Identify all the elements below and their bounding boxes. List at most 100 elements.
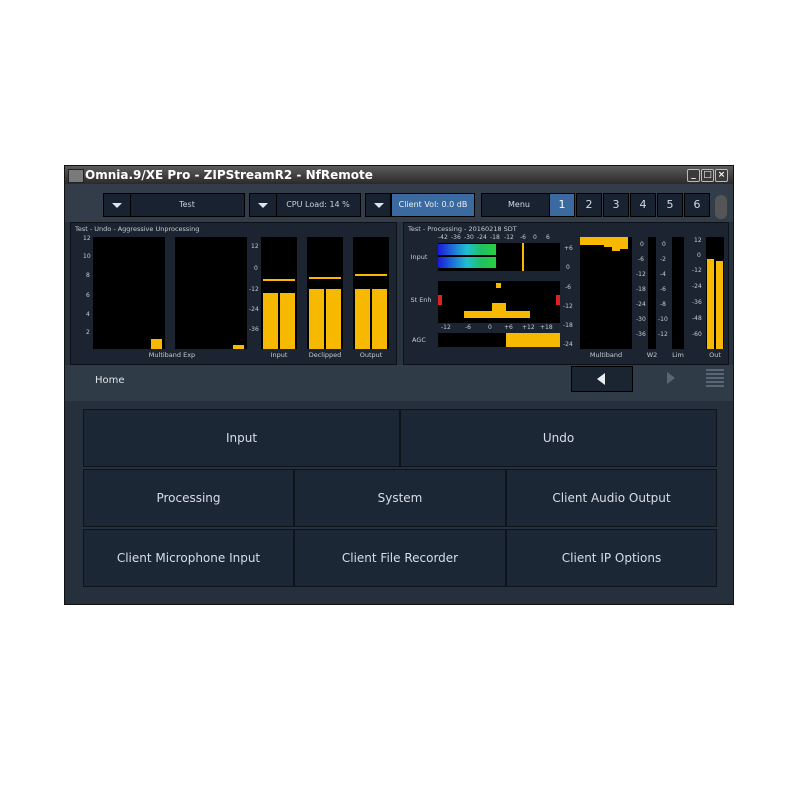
toolbar: Test CPU Load: 14 % Client Vol: 0.0 dB M… <box>65 184 733 222</box>
multiband-band-3 <box>596 237 604 245</box>
page-button-4[interactable]: 4 <box>630 193 656 217</box>
menu-button[interactable]: Menu <box>481 193 557 217</box>
app-window: Omnia.9/XE Pro - ZIPStreamR2 - NfRemote … <box>64 165 734 605</box>
input-tile[interactable]: Input <box>83 409 400 467</box>
page-button-2[interactable]: 2 <box>576 193 602 217</box>
input-meter-label: Input <box>270 351 288 359</box>
processing-panel-title: Test - Processing - 20160218 SDT <box>408 225 517 233</box>
page-button-5[interactable]: 5 <box>657 193 683 217</box>
back-button[interactable] <box>571 366 633 392</box>
multiband-band-1 <box>580 237 588 245</box>
scale-tick: 0 <box>254 265 258 272</box>
window-title: Omnia.9/XE Pro - ZIPStreamR2 - NfRemote <box>85 168 373 182</box>
scale-tick: 0 <box>640 241 644 248</box>
output-meter-right-fill <box>372 289 387 349</box>
input-meter-left-fill <box>263 293 278 349</box>
client-ip-options-tile[interactable]: Client IP Options <box>506 529 717 587</box>
multiband-exp-bar <box>151 339 162 349</box>
multiband-band-2 <box>588 237 596 245</box>
scale-tick: 0 <box>566 264 570 271</box>
scroll-handle[interactable] <box>715 195 727 219</box>
preset-dropdown[interactable]: Test <box>103 193 245 217</box>
scale-tick: -2 <box>660 256 666 263</box>
scale-tick: 12 <box>694 237 702 244</box>
scale-tick: 6 <box>546 234 550 241</box>
page-button-3[interactable]: 3 <box>603 193 629 217</box>
chevron-down-icon <box>112 203 122 208</box>
client-file-recorder-tile[interactable]: Client File Recorder <box>294 529 506 587</box>
st-enh-row-label: St Enh <box>410 296 432 304</box>
declipped-meter-right-fill <box>326 289 341 349</box>
output-peak-mark <box>355 274 387 276</box>
page-button-6[interactable]: 6 <box>684 193 710 217</box>
multiband-meter <box>580 237 632 349</box>
scale-tick: -12 <box>249 286 259 293</box>
out-meter-right-fill <box>716 261 723 349</box>
scale-tick: +6 <box>504 324 513 331</box>
scale-tick: -12 <box>441 324 451 331</box>
arrow-left-icon <box>597 373 605 385</box>
maximize-button[interactable]: □ <box>701 169 714 182</box>
agc-meter-fill <box>506 333 560 347</box>
scale-tick: 4 <box>86 311 90 318</box>
processing-tile[interactable]: Processing <box>83 469 294 527</box>
client-microphone-input-tile[interactable]: Client Microphone Input <box>83 529 294 587</box>
scale-tick: -10 <box>658 316 668 323</box>
scale-tick: -18 <box>490 234 500 241</box>
st-enh-left-clip <box>438 295 442 305</box>
scale-tick: 12 <box>83 235 91 242</box>
scale-tick: -18 <box>563 322 573 329</box>
scale-tick: -12 <box>658 331 668 338</box>
scale-tick: -36 <box>692 299 702 306</box>
arrow-right-icon <box>667 372 675 384</box>
input-meter-right-fill <box>280 293 295 349</box>
chevron-down-icon <box>258 203 268 208</box>
multiband-exp-meter-a <box>93 237 165 349</box>
system-tile[interactable]: System <box>294 469 506 527</box>
scale-tick: 0 <box>697 252 701 259</box>
breadcrumb-home[interactable]: Home <box>95 375 125 386</box>
scale-tick: 2 <box>86 329 90 336</box>
client-vol-button[interactable]: Client Vol: 0.0 dB <box>391 193 475 217</box>
scale-tick: -12 <box>504 234 514 241</box>
scale-tick: -24 <box>563 341 573 348</box>
st-enh-bar <box>492 303 506 311</box>
scale-tick: -6 <box>638 256 644 263</box>
scale-tick: -12 <box>563 303 573 310</box>
multiband-band-4 <box>604 237 612 247</box>
cpu-load-label: CPU Load: 14 % <box>286 200 350 209</box>
scale-tick: +12 <box>522 324 535 331</box>
output-meter-label: Output <box>359 351 383 359</box>
client-vol-dropdown-button[interactable] <box>365 193 391 217</box>
preset-dropdown-button[interactable] <box>104 194 131 216</box>
scale-tick: 0 <box>662 241 666 248</box>
scale-tick: -30 <box>464 234 474 241</box>
undo-meter-panel: Test - Undo - Aggressive Unprocessing 12… <box>70 222 397 365</box>
lim-label: Lim <box>672 351 684 359</box>
scale-tick: +6 <box>564 245 573 252</box>
close-button[interactable]: × <box>715 169 728 182</box>
cpu-dropdown[interactable]: CPU Load: 14 % <box>249 193 361 217</box>
scale-tick: 12 <box>251 243 259 250</box>
scale-tick: -24 <box>477 234 487 241</box>
hamburger-menu-icon[interactable] <box>706 369 724 389</box>
undo-tile[interactable]: Undo <box>400 409 717 467</box>
scale-tick: -8 <box>660 301 666 308</box>
input-peak-indicator <box>522 243 524 271</box>
scale-tick: -24 <box>249 306 259 313</box>
home-tiles: Input Undo Processing System Client Audi… <box>65 401 733 604</box>
cpu-dropdown-button[interactable] <box>250 194 277 216</box>
minimize-button[interactable]: _ <box>687 169 700 182</box>
page-button-1[interactable]: 1 <box>549 193 575 217</box>
scale-tick: -36 <box>451 234 461 241</box>
st-enh-bar <box>464 311 530 318</box>
input-peak-mark <box>263 279 295 281</box>
preset-label: Test <box>179 200 195 209</box>
scale-tick: -18 <box>636 286 646 293</box>
declipped-meter-left-fill <box>309 289 324 349</box>
processing-meter-panel: Test - Processing - 20160218 SDT -42 -36… <box>403 222 729 365</box>
multiband-exp-label: Multiband Exp <box>148 351 196 359</box>
client-audio-output-tile[interactable]: Client Audio Output <box>506 469 717 527</box>
scale-tick: -42 <box>438 234 448 241</box>
scale-tick: -36 <box>636 331 646 338</box>
